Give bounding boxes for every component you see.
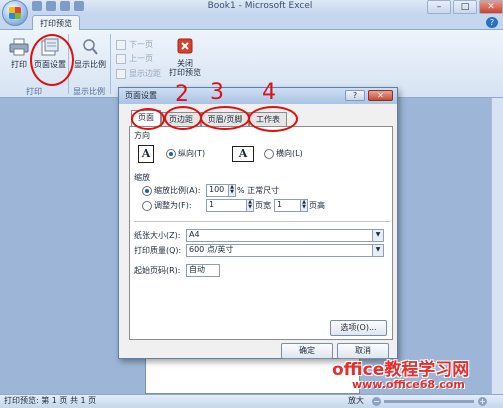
- watermark-title: office教程学习网: [332, 360, 470, 380]
- zoom-button-label: 显示比例: [74, 60, 106, 69]
- previous-page-button[interactable]: 上一页: [116, 53, 153, 64]
- divider: [134, 221, 390, 222]
- previous-page-label: 上一页: [129, 54, 153, 63]
- options-button[interactable]: 选项(O)...: [330, 320, 387, 336]
- print-quality-select[interactable]: 600 点/英寸: [186, 244, 376, 257]
- fit-wide-suffix: 页宽: [255, 201, 271, 210]
- undo-icon[interactable]: [46, 1, 56, 11]
- customize-qat-icon[interactable]: [74, 1, 84, 11]
- status-text: 打印预览: 第 1 页 共 1 页: [4, 396, 97, 405]
- checkbox-icon: [116, 68, 126, 79]
- fit-tall-spinner[interactable]: ▲ ▼: [300, 199, 308, 212]
- annotation-number-3: 3: [210, 80, 224, 105]
- zoom-button[interactable]: 显示比例: [72, 38, 108, 70]
- print-quality-label: 打印质量(Q):: [134, 246, 182, 255]
- window-controls: – □ ✕: [425, 0, 503, 14]
- paper-size-label: 纸张大小(Z):: [134, 231, 181, 240]
- show-margins-label: 显示边距: [129, 69, 161, 78]
- portrait-radio[interactable]: [166, 149, 176, 159]
- window-title: Book1 - Microsoft Excel: [207, 1, 313, 11]
- paper-size-dropdown-icon[interactable]: ▼: [372, 229, 384, 242]
- next-page-label: 下一页: [129, 40, 153, 49]
- annotation-oval-header-footer-tab: [200, 106, 250, 130]
- orientation-group-label: 方向: [134, 131, 150, 140]
- adjust-to-spinner[interactable]: ▲ ▼: [228, 184, 236, 197]
- fit-tall-suffix: 页高: [309, 201, 325, 210]
- dialog-close-button[interactable]: ✕: [368, 90, 393, 101]
- ribbon-group-separator: [110, 34, 111, 94]
- landscape-label: 横向(L): [276, 149, 303, 158]
- printer-icon: [9, 38, 29, 56]
- annotation-number-4: 4: [262, 80, 276, 105]
- ribbon-group-print-label: 打印: [26, 87, 42, 96]
- help-icon[interactable]: ?: [486, 17, 498, 28]
- vertical-scrollbar[interactable]: [491, 98, 503, 394]
- scaling-group-label: 缩放: [134, 173, 150, 182]
- close-preview-icon: [177, 38, 193, 54]
- paper-size-select[interactable]: A4: [186, 229, 376, 242]
- watermark-url: www.office68.com: [352, 378, 465, 391]
- tab-print-preview[interactable]: 打印预览: [32, 15, 80, 31]
- fit-to-label: 调整为(F):: [154, 201, 192, 210]
- office-logo-icon: [9, 7, 21, 19]
- first-page-number-label: 起始页码(R):: [134, 266, 181, 275]
- magnifier-icon: [83, 39, 98, 55]
- ribbon-group-zoom-label: 显示比例: [73, 87, 105, 96]
- adjust-to-label: 缩放比例(A):: [154, 186, 201, 195]
- annotation-circle-page-setup: [30, 34, 74, 86]
- previous-page-icon: [116, 53, 126, 64]
- close-print-preview-label: 关闭 打印预览: [169, 59, 201, 77]
- fit-to-radio[interactable]: [142, 201, 152, 211]
- minimize-button[interactable]: –: [427, 0, 451, 14]
- status-bar: 打印预览: 第 1 页 共 1 页 放大 − +: [0, 394, 503, 407]
- print-button-label: 打印: [11, 60, 27, 69]
- fit-wide-spinner[interactable]: ▲ ▼: [246, 199, 254, 212]
- close-window-button[interactable]: ✕: [479, 0, 503, 14]
- portrait-label: 纵向(T): [178, 149, 206, 158]
- next-page-icon: [116, 39, 126, 50]
- zoom-slider[interactable]: [384, 400, 474, 403]
- show-margins-checkbox[interactable]: 显示边距: [116, 68, 161, 79]
- zoom-in-icon[interactable]: +: [478, 397, 487, 406]
- close-print-preview-button[interactable]: 关闭 打印预览: [166, 38, 204, 77]
- portrait-icon: A: [138, 145, 154, 163]
- adjust-to-radio[interactable]: [142, 186, 152, 196]
- first-page-number-input[interactable]: 自动: [186, 264, 220, 277]
- landscape-icon: A: [232, 146, 254, 162]
- landscape-radio[interactable]: [264, 149, 274, 159]
- save-icon[interactable]: [32, 1, 42, 11]
- print-button[interactable]: 打印: [6, 38, 32, 70]
- ok-button[interactable]: 确定: [281, 343, 333, 359]
- zoom-status-label: 放大: [348, 396, 364, 405]
- page-tab-panel: 方向 A 纵向(T) A 横向(L) 缩放 缩放比例(A): 100 ▲ ▼ % …: [129, 126, 393, 340]
- redo-icon[interactable]: [60, 1, 70, 11]
- annotation-oval-margins-tab: [164, 106, 202, 130]
- maximize-button[interactable]: □: [453, 0, 477, 14]
- annotation-oval-page-tab: [131, 108, 165, 130]
- dialog-help-button[interactable]: ?: [345, 90, 365, 101]
- print-quality-dropdown-icon[interactable]: ▼: [372, 244, 384, 257]
- office-button[interactable]: [2, 0, 28, 26]
- quick-access-toolbar: [32, 1, 112, 13]
- annotation-number-2: 2: [175, 82, 189, 107]
- fit-wide-input[interactable]: 1: [206, 199, 250, 212]
- next-page-button[interactable]: 下一页: [116, 39, 153, 50]
- zoom-out-icon[interactable]: −: [372, 397, 381, 406]
- annotation-oval-sheet-tab: [248, 106, 298, 132]
- adjust-to-suffix: % 正常尺寸: [237, 186, 280, 195]
